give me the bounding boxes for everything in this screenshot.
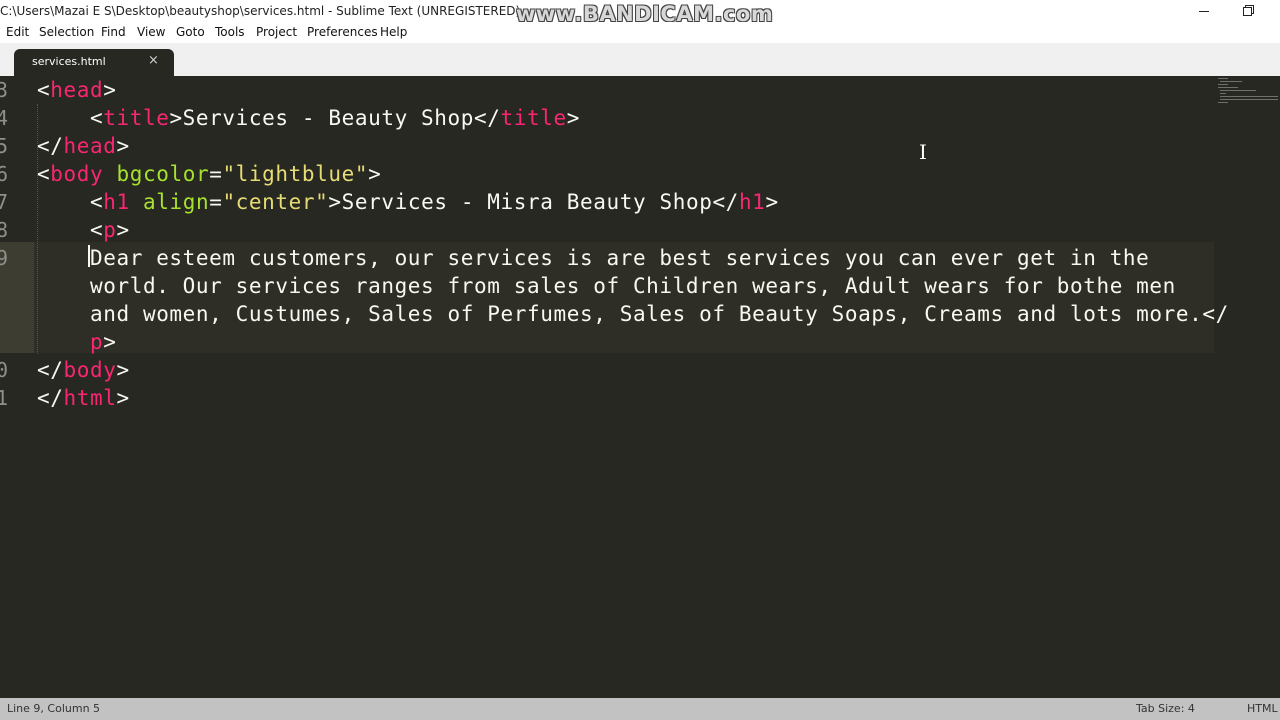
code-token: > xyxy=(116,386,130,410)
code-line[interactable]: <head> xyxy=(37,76,116,104)
code-line[interactable]: and women, Custumes, Sales of Perfumes, … xyxy=(37,300,1229,328)
code-token: h1 xyxy=(103,190,130,214)
code-token: body xyxy=(50,162,104,186)
code-token: < xyxy=(37,78,51,102)
line-number: 3 xyxy=(0,78,9,102)
line-number: 5 xyxy=(0,134,9,158)
code-token: head xyxy=(50,78,104,102)
code-token: > xyxy=(103,330,117,354)
mouse-ibeam-cursor-icon: I xyxy=(919,140,927,164)
menu-find[interactable]: Find xyxy=(101,25,126,39)
code-line[interactable]: Dear esteem customers, our services is a… xyxy=(37,244,1149,272)
code-line[interactable]: p> xyxy=(37,328,116,356)
code-token: title xyxy=(500,106,567,130)
menu-help[interactable]: Help xyxy=(380,25,407,39)
code-token: > xyxy=(566,106,580,130)
code-token: < xyxy=(37,106,104,130)
code-line[interactable]: <title>Services - Beauty Shop</title> xyxy=(37,104,580,132)
title-bar: C:\Users\Mazai E S\Desktop\beautyshop\se… xyxy=(0,0,1280,26)
code-token: and women, Custumes, Sales of Perfumes, … xyxy=(37,302,1229,326)
code-token: >Services - Misra Beauty Shop</ xyxy=(328,190,739,214)
code-token: bgcolor xyxy=(116,162,210,186)
code-token: head xyxy=(63,134,117,158)
code-token: < xyxy=(37,162,51,186)
menu-bar: Edit Selection Find View Goto Tools Proj… xyxy=(0,22,1280,43)
line-number: 7 xyxy=(0,190,9,214)
code-token: align xyxy=(142,190,210,214)
code-line[interactable]: </body> xyxy=(37,356,130,384)
menu-selection[interactable]: Selection xyxy=(39,25,94,39)
code-token: html xyxy=(63,386,117,410)
syntax-selector[interactable]: HTML xyxy=(1247,702,1278,715)
code-token: > xyxy=(368,162,382,186)
menu-preferences[interactable]: Preferences xyxy=(307,25,378,39)
code-token: < xyxy=(37,190,104,214)
menu-project[interactable]: Project xyxy=(256,25,297,39)
code-token: < xyxy=(37,218,104,242)
code-editor[interactable]: 345678901 <head> <title>Services - Beaut… xyxy=(0,76,1280,698)
line-number: 6 xyxy=(0,162,9,186)
code-token: > xyxy=(116,134,130,158)
code-token: >Services - Beauty Shop</ xyxy=(169,106,501,130)
code-token: = xyxy=(209,162,223,186)
menu-view[interactable]: View xyxy=(137,25,165,39)
code-token: h1 xyxy=(738,190,766,214)
window-title: C:\Users\Mazai E S\Desktop\beautyshop\se… xyxy=(0,4,521,18)
text-caret xyxy=(88,245,90,267)
line-number: 8 xyxy=(0,218,9,242)
tab-bar: services.html × xyxy=(0,43,1280,76)
code-line[interactable]: </html> xyxy=(37,384,130,412)
code-token: > xyxy=(103,78,117,102)
minimap[interactable] xyxy=(1216,76,1280,116)
code-line[interactable]: <p> xyxy=(37,216,130,244)
code-line[interactable]: <body bgcolor="lightblue"> xyxy=(37,160,381,188)
menu-goto[interactable]: Goto xyxy=(176,25,205,39)
code-token: </ xyxy=(37,386,64,410)
code-token: "center" xyxy=(222,190,329,214)
line-number: 4 xyxy=(0,106,9,130)
close-icon[interactable]: × xyxy=(148,53,159,68)
code-token: </ xyxy=(37,358,64,382)
code-token: title xyxy=(103,106,170,130)
code-token: p xyxy=(89,330,104,354)
line-number: 9 xyxy=(0,246,9,270)
code-token: > xyxy=(116,358,130,382)
tab-services-html[interactable]: services.html × xyxy=(14,49,174,76)
cursor-position: Line 9, Column 5 xyxy=(7,702,101,715)
menu-edit[interactable]: Edit xyxy=(6,25,29,39)
menu-tools[interactable]: Tools xyxy=(215,25,245,39)
code-token: > xyxy=(765,190,779,214)
code-token: body xyxy=(63,358,117,382)
line-number: 0 xyxy=(0,358,9,382)
code-line[interactable]: world. Our services ranges from sales of… xyxy=(37,272,1176,300)
line-number: 1 xyxy=(0,386,9,410)
code-token: p xyxy=(103,218,117,242)
tab-size-selector[interactable]: Tab Size: 4 xyxy=(1136,702,1195,715)
code-token: world. Our services ranges from sales of… xyxy=(37,274,1176,298)
minimize-icon[interactable] xyxy=(1182,0,1226,22)
code-line[interactable]: <h1 align="center">Services - Misra Beau… xyxy=(37,188,779,216)
restore-icon[interactable] xyxy=(1226,0,1270,22)
code-token: "lightblue" xyxy=(222,162,369,186)
code-token: Dear esteem customers, our services is a… xyxy=(37,246,1150,270)
code-token: > xyxy=(116,218,130,242)
code-token: = xyxy=(209,190,223,214)
code-token: </ xyxy=(37,134,64,158)
tab-label: services.html xyxy=(32,55,106,68)
code-line[interactable]: </head> xyxy=(37,132,130,160)
status-bar: Line 9, Column 5 Tab Size: 4 HTML xyxy=(0,698,1280,720)
